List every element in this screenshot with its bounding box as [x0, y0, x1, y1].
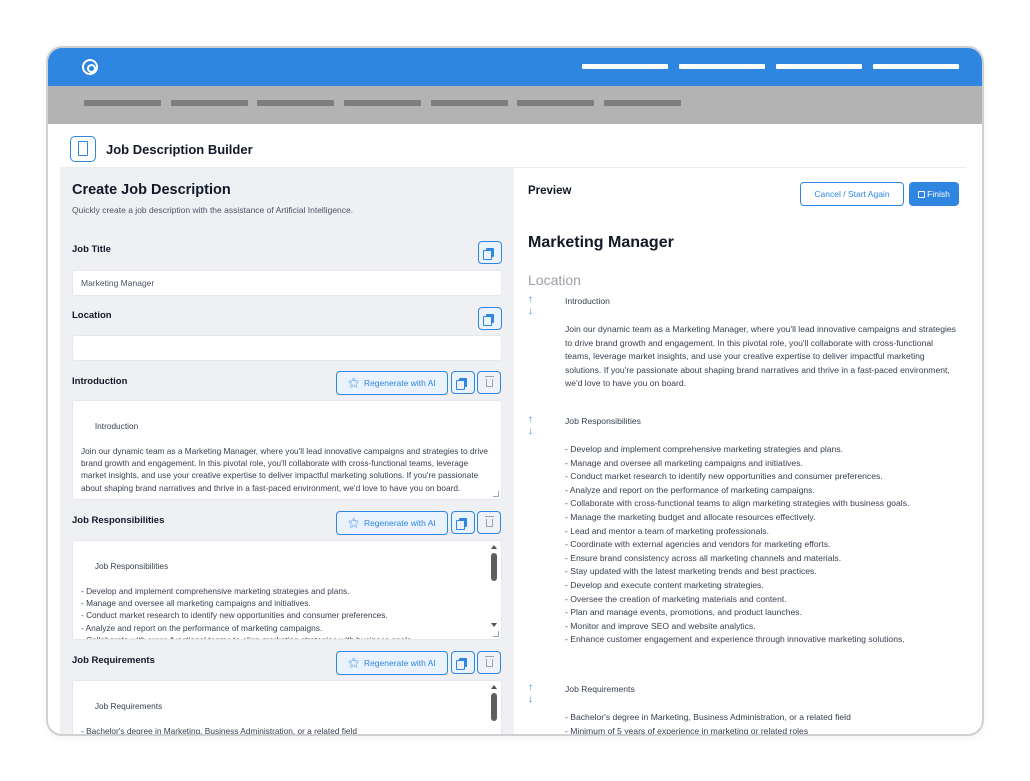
- sub-navigation-bar: [48, 86, 982, 124]
- copy-icon: [456, 378, 467, 390]
- subnav-item-2[interactable]: [171, 100, 248, 106]
- requirements-reorder: ↑ ↓: [528, 682, 538, 706]
- magic-wand-icon: ⚝: [348, 376, 359, 389]
- copy-icon: [483, 314, 494, 326]
- responsibilities-label: Job Responsibilities: [72, 515, 165, 526]
- nav-item-1[interactable]: [582, 64, 668, 69]
- scroll-up-arrow[interactable]: [491, 685, 497, 689]
- regenerate-responsibilities-button[interactable]: ⚝ Regenerate with AI: [336, 511, 448, 535]
- copy-responsibilities-button[interactable]: [451, 511, 475, 534]
- subnav-item-5[interactable]: [431, 100, 508, 106]
- nav-item-4[interactable]: [873, 64, 959, 69]
- copy-introduction-button[interactable]: [451, 371, 475, 394]
- trash-icon: [484, 515, 494, 527]
- regenerate-label: Regenerate with AI: [363, 378, 436, 388]
- copy-icon: [483, 248, 494, 260]
- cancel-start-again-button[interactable]: Cancel / Start Again: [800, 182, 904, 206]
- copy-location-button[interactable]: [478, 307, 502, 330]
- responsibilities-reorder: ↑ ↓: [528, 414, 538, 438]
- preview-responsibilities-heading: Job Responsibilities: [565, 416, 641, 426]
- nav-item-3[interactable]: [776, 64, 862, 69]
- move-up-icon[interactable]: ↑: [528, 294, 538, 306]
- scroll-down-arrow[interactable]: [491, 623, 497, 627]
- save-icon: [918, 190, 926, 198]
- copy-requirements-button[interactable]: [451, 651, 475, 674]
- preview-requirements-body: - Bachelor's degree in Marketing, Busine…: [565, 712, 851, 736]
- magic-wand-icon: ⚝: [348, 656, 359, 669]
- introduction-reorder: ↑ ↓: [528, 294, 538, 318]
- document-icon: [70, 136, 96, 162]
- introduction-label: Introduction: [72, 376, 128, 387]
- job-title-input[interactable]: Marketing Manager: [72, 270, 502, 296]
- nav-item-2[interactable]: [679, 64, 765, 69]
- resize-handle[interactable]: [493, 631, 499, 637]
- logo-icon[interactable]: [82, 59, 98, 75]
- preview-location: Location: [528, 272, 581, 288]
- page-header: Job Description Builder: [60, 132, 966, 168]
- move-up-icon[interactable]: ↑: [528, 682, 538, 694]
- move-up-icon[interactable]: ↑: [528, 414, 538, 426]
- requirements-textarea[interactable]: Job Requirements - Bachelor's degree in …: [72, 680, 502, 736]
- delete-requirements-button[interactable]: [477, 651, 501, 674]
- delete-introduction-button[interactable]: [477, 371, 501, 394]
- introduction-text: Introduction Join our dynamic team as a …: [81, 421, 488, 493]
- scrollbar-thumb[interactable]: [491, 693, 497, 721]
- preview-job-title: Marketing Manager: [528, 234, 674, 251]
- subnav-item-1[interactable]: [84, 100, 161, 106]
- move-down-icon[interactable]: ↓: [528, 694, 538, 706]
- subnav-item-3[interactable]: [257, 100, 334, 106]
- trash-icon: [484, 375, 494, 387]
- subnav-item-7[interactable]: [604, 100, 681, 106]
- scrollbar-thumb[interactable]: [491, 553, 497, 581]
- job-title-label: Job Title: [72, 244, 111, 255]
- responsibilities-text: Job Responsibilities - Develop and imple…: [81, 561, 414, 639]
- responsibilities-textarea[interactable]: Job Responsibilities - Develop and imple…: [72, 540, 502, 640]
- requirements-text: Job Requirements - Bachelor's degree in …: [81, 701, 357, 736]
- app-window: Job Description Builder Create Job Descr…: [46, 46, 984, 736]
- finish-button[interactable]: Finish: [909, 182, 959, 206]
- resize-handle[interactable]: [493, 491, 499, 497]
- introduction-textarea[interactable]: Introduction Join our dynamic team as a …: [72, 400, 502, 500]
- scroll-up-arrow[interactable]: [491, 545, 497, 549]
- preview-panel: Preview Cancel / Start Again Finish Mark…: [514, 168, 966, 736]
- requirements-label: Job Requirements: [72, 655, 155, 666]
- top-navigation-bar: [48, 48, 982, 86]
- form-subheading: Quickly create a job description with th…: [72, 205, 354, 215]
- finish-label: Finish: [927, 189, 950, 199]
- regenerate-introduction-button[interactable]: ⚝ Regenerate with AI: [336, 371, 448, 395]
- delete-responsibilities-button[interactable]: [477, 511, 501, 534]
- regenerate-label: Regenerate with AI: [363, 518, 436, 528]
- form-heading: Create Job Description: [72, 182, 231, 198]
- move-down-icon[interactable]: ↓: [528, 426, 538, 438]
- copy-job-title-button[interactable]: [478, 241, 502, 264]
- form-panel: Create Job Description Quickly create a …: [60, 168, 514, 736]
- location-input[interactable]: [72, 335, 502, 361]
- copy-icon: [456, 658, 467, 670]
- preview-introduction-body: Join our dynamic team as a Marketing Man…: [565, 324, 959, 389]
- page-title: Job Description Builder: [106, 142, 253, 157]
- trash-icon: [484, 655, 494, 667]
- subnav-item-6[interactable]: [517, 100, 594, 106]
- preview-responsibilities-body: - Develop and implement comprehensive ma…: [565, 444, 910, 645]
- preview-heading: Preview: [528, 185, 572, 197]
- copy-icon: [456, 518, 467, 530]
- regenerate-requirements-button[interactable]: ⚝ Regenerate with AI: [336, 651, 448, 675]
- location-label: Location: [72, 310, 112, 321]
- preview-introduction-heading: Introduction: [565, 296, 610, 306]
- subnav-item-4[interactable]: [344, 100, 421, 106]
- move-down-icon[interactable]: ↓: [528, 306, 538, 318]
- regenerate-label: Regenerate with AI: [363, 658, 436, 668]
- preview-requirements-heading: Job Requirements: [565, 684, 635, 694]
- magic-wand-icon: ⚝: [348, 516, 359, 529]
